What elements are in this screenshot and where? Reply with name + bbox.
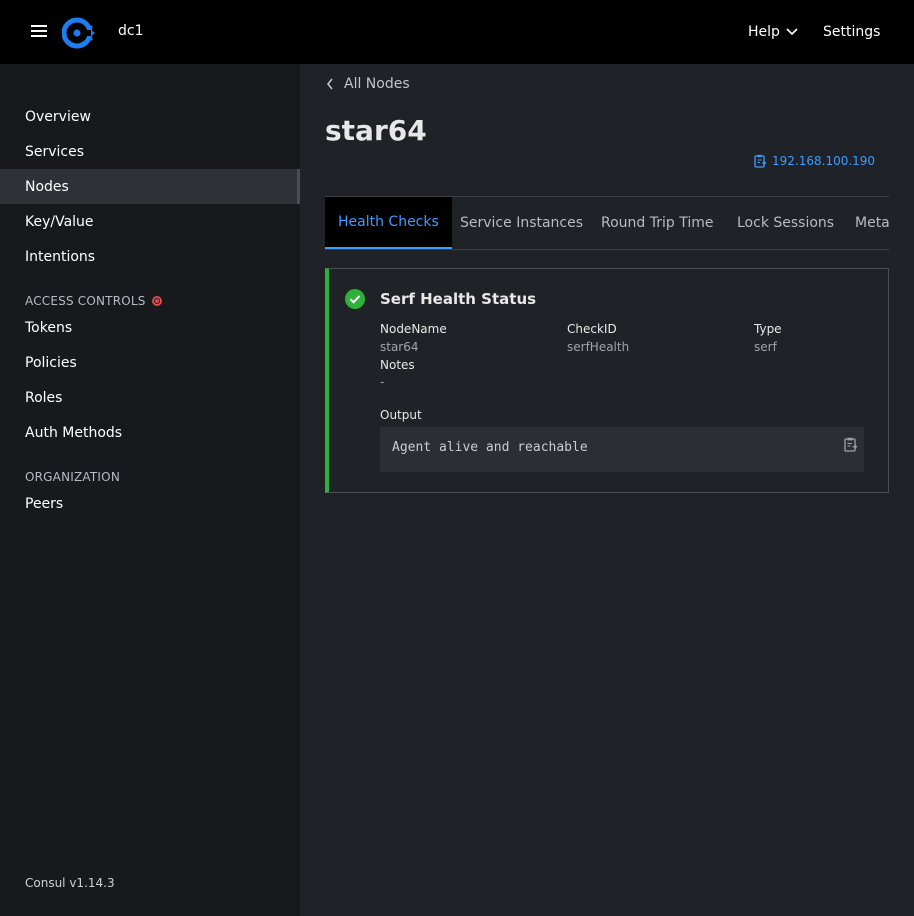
top-bar: dc1 Help Settings [0,0,914,64]
checkid-label: CheckID [567,322,617,336]
sidebar-item-roles[interactable]: Roles [0,380,300,415]
sidebar-item-policies[interactable]: Policies [0,345,300,380]
access-controls-label: ACCESS CONTROLS [25,294,146,308]
type-value: serf [754,340,777,354]
page-title: star64 [325,114,427,147]
tab-health-checks[interactable]: Health Checks [325,197,452,249]
check-title: Serf Health Status [380,290,537,308]
node-address[interactable]: 192.168.100.190 [754,154,875,168]
help-menu[interactable]: Help [748,24,798,40]
sidebar: Overview Services Nodes Key/Value Intent… [0,64,300,916]
breadcrumb[interactable]: All Nodes [326,76,410,92]
sidebar-item-key-value[interactable]: Key/Value [0,204,300,239]
tab-meta[interactable]: Meta [855,197,889,249]
output-box: Agent alive and reachable [380,427,864,472]
notes-label: Notes [380,358,415,372]
organization-heading: ORGANIZATION [25,470,120,484]
address-value: 192.168.100.190 [772,154,876,168]
consul-logo-icon[interactable] [62,16,96,50]
sidebar-item-tokens[interactable]: Tokens [0,310,300,345]
copy-icon [754,154,767,168]
datacenter-selector[interactable]: dc1 [118,23,144,39]
notes-value: - [380,375,385,389]
sidebar-item-nodes[interactable]: Nodes [0,169,300,204]
help-label: Help [748,24,780,40]
type-label: Type [754,322,782,336]
version-label: Consul v1.14.3 [25,876,115,890]
nodename-value: star64 [380,340,419,354]
sidebar-item-intentions[interactable]: Intentions [0,239,300,274]
checkid-value: serfHealth [567,340,630,354]
settings-link[interactable]: Settings [823,24,880,40]
main-content: All Nodes star64 192.168.100.190 Health … [300,64,914,916]
check-circle-icon [345,289,365,309]
nodename-label: NodeName [380,322,447,336]
tab-lock-sessions[interactable]: Lock Sessions [737,197,834,249]
tab-round-trip-time[interactable]: Round Trip Time [601,197,714,249]
chevron-left-icon [326,78,333,90]
output-label: Output [380,408,422,422]
copy-output-icon[interactable] [844,437,858,452]
tab-service-instances[interactable]: Service Instances [460,197,583,249]
sidebar-item-services[interactable]: Services [0,134,300,169]
health-check-card: Serf Health Status NodeName star64 Check… [325,268,889,493]
menu-icon[interactable] [31,25,47,39]
chevron-down-icon [786,28,798,36]
access-controls-heading: ACCESS CONTROLS [25,294,162,308]
tab-bar: Health Checks Service Instances Round Tr… [325,196,889,250]
output-value: Agent alive and reachable [392,440,588,455]
sidebar-item-peers[interactable]: Peers [0,486,300,521]
sidebar-item-overview[interactable]: Overview [0,99,300,134]
breadcrumb-all-nodes[interactable]: All Nodes [344,76,410,92]
sidebar-item-auth-methods[interactable]: Auth Methods [0,415,300,450]
alert-icon [151,296,162,306]
